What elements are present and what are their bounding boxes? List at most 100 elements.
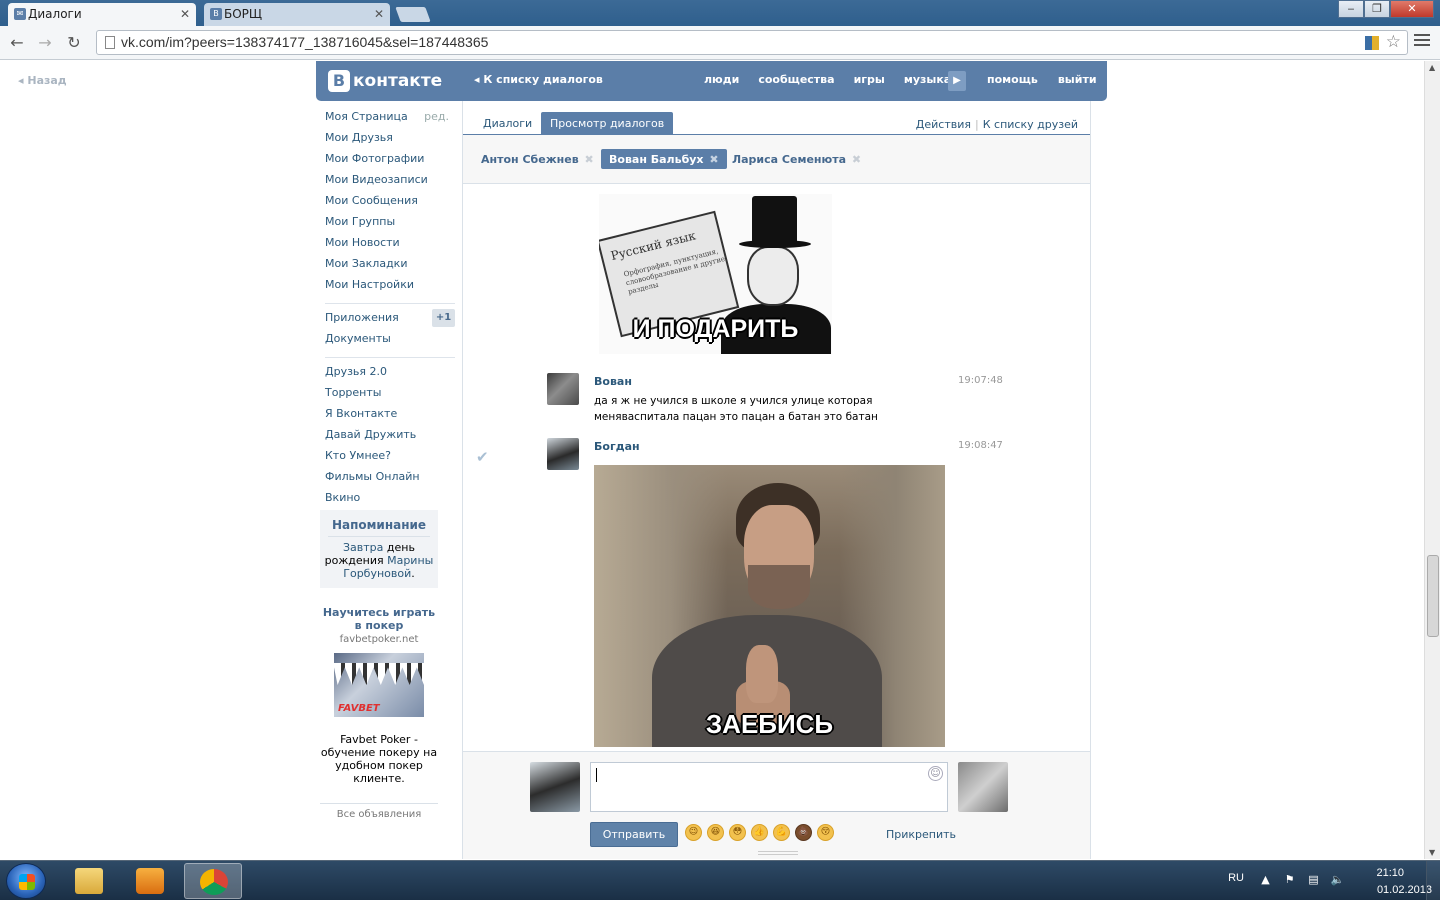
- avatar[interactable]: [547, 373, 579, 405]
- menu-item-bookmarks[interactable]: Мои Закладки: [325, 257, 455, 278]
- ad-title[interactable]: Научитесь играть в покер: [320, 606, 438, 632]
- send-button[interactable]: Отправить: [590, 822, 678, 847]
- new-tab-button[interactable]: [395, 7, 431, 22]
- volume-icon[interactable]: 🔈: [1330, 873, 1345, 887]
- menu-item-videos[interactable]: Мои Видеозаписи: [325, 173, 455, 194]
- back-arrow-icon[interactable]: ←: [6, 32, 28, 54]
- message-history[interactable]: Русский язык Орфография, пунктуация, сло…: [463, 185, 1090, 751]
- scroll-up-icon[interactable]: ▲: [1429, 63, 1435, 72]
- music-play-icon[interactable]: ▶: [948, 71, 966, 91]
- menu-item-app-friends20[interactable]: Друзья 2.0: [325, 365, 455, 386]
- scrollbar-thumb[interactable]: [1427, 555, 1439, 637]
- tab-view-dialogs[interactable]: Просмотр диалогов: [541, 112, 674, 135]
- message-author[interactable]: Богдан: [594, 440, 640, 453]
- minimize-button[interactable]: ‒: [1338, 0, 1364, 18]
- reminder-surname-link[interactable]: Горбуновой: [343, 567, 411, 580]
- forward-arrow-icon[interactable]: →: [34, 32, 56, 54]
- taskbar-explorer[interactable]: [60, 863, 118, 899]
- extension-icon[interactable]: [1365, 36, 1379, 50]
- menu-item-groups[interactable]: Мои Группы: [325, 215, 455, 236]
- peer-tab-vovan[interactable]: Вован Бальбух ✖: [601, 149, 727, 169]
- maximize-button[interactable]: ❐: [1364, 0, 1390, 18]
- network-icon[interactable]: ▤: [1306, 873, 1321, 887]
- menu-item-app-torrents[interactable]: Торренты: [325, 386, 455, 407]
- menu-item-app-kto-umnee[interactable]: Кто Умнее?: [325, 449, 455, 470]
- message-author[interactable]: Вован: [594, 375, 632, 388]
- resize-handle[interactable]: [758, 851, 798, 855]
- reminder-tomorrow-link[interactable]: Завтра: [343, 541, 383, 554]
- close-window-button[interactable]: ✕: [1390, 0, 1434, 18]
- menu-item-messages[interactable]: Мои Сообщения: [325, 194, 455, 215]
- friends-list-link[interactable]: К списку друзей: [983, 118, 1078, 131]
- all-ads-link[interactable]: Все объявления: [320, 803, 438, 820]
- poo-emoji-icon[interactable]: 💩: [795, 824, 812, 841]
- menu-item-app-davai-druzhit[interactable]: Давай Дружить: [325, 428, 455, 449]
- language-indicator[interactable]: RU: [1228, 872, 1244, 884]
- tab-dialogs[interactable]: Диалоги: [474, 112, 541, 135]
- show-desktop-button[interactable]: [1426, 861, 1440, 900]
- vk-logo[interactable]: В контакте: [328, 69, 442, 93]
- menu-item-my-page[interactable]: Моя Страница ред.: [325, 110, 455, 131]
- menu-item-photos[interactable]: Мои Фотографии: [325, 152, 455, 173]
- peer-avatar[interactable]: [958, 762, 1008, 812]
- taskbar-media-player[interactable]: [121, 863, 179, 899]
- clock-time[interactable]: 21:10: [1376, 867, 1404, 879]
- menu-item-news[interactable]: Мои Новости: [325, 236, 455, 257]
- clock-date[interactable]: 01.02.2013: [1377, 884, 1432, 896]
- nav-logout[interactable]: выйти: [1058, 73, 1097, 86]
- nav-people[interactable]: люди: [704, 73, 739, 86]
- menu-item-friends[interactable]: Мои Друзья: [325, 131, 455, 152]
- peer-tab-anton[interactable]: Антон Сбежнев ✖: [473, 149, 602, 169]
- nav-games[interactable]: игры: [854, 73, 885, 86]
- peer-close-icon[interactable]: ✖: [709, 153, 718, 166]
- menu-icon[interactable]: [1414, 34, 1430, 48]
- menu-item-app-ya-vkontakte[interactable]: Я Вконтакте: [325, 407, 455, 428]
- my-avatar[interactable]: [530, 762, 580, 812]
- reload-icon[interactable]: ↻: [63, 32, 85, 54]
- wink-emoji-icon[interactable]: 😉: [685, 824, 702, 841]
- back-to-dialogs-link[interactable]: ◂ К списку диалогов: [474, 73, 603, 86]
- laugh-emoji-icon[interactable]: 😆: [707, 824, 724, 841]
- tray-arrow-icon[interactable]: ▲: [1258, 873, 1273, 887]
- menu-item-apps[interactable]: Приложения +1: [325, 309, 455, 332]
- page-scrollbar[interactable]: ▲ ▼: [1424, 61, 1440, 859]
- menu-item-app-films[interactable]: Фильмы Онлайн: [325, 470, 455, 491]
- meme-image-book[interactable]: Русский язык Орфография, пунктуация, сло…: [599, 194, 832, 354]
- nav-music[interactable]: музыка: [904, 73, 951, 86]
- kiss-emoji-icon[interactable]: 😚: [817, 824, 834, 841]
- browser-titlebar: ✉ Диалоги ✕ B БОРЩ ✕ ‒ ❐ ✕: [0, 0, 1440, 26]
- menu-item-documents[interactable]: Документы: [325, 332, 455, 353]
- peer-close-icon[interactable]: ✖: [585, 153, 594, 166]
- muscle-emoji-icon[interactable]: 💪: [773, 824, 790, 841]
- thumbs-up-emoji-icon[interactable]: 👍: [751, 824, 768, 841]
- bookmark-star-icon[interactable]: ☆: [1386, 32, 1401, 52]
- ad-image[interactable]: FAVBET: [334, 653, 424, 717]
- meme-image-thumbs-up[interactable]: ЗАЕБИСЬ: [594, 465, 945, 747]
- menu-item-app-vkino[interactable]: Вкино: [325, 491, 455, 512]
- nav-help[interactable]: помощь: [987, 73, 1038, 86]
- smile-icon[interactable]: ☺: [928, 766, 943, 781]
- start-button[interactable]: [6, 863, 46, 899]
- nav-communities[interactable]: сообщества: [758, 73, 834, 86]
- action-center-flag-icon[interactable]: ⚑: [1282, 873, 1297, 887]
- back-link[interactable]: ◂ Назад: [18, 74, 67, 87]
- actions-link[interactable]: Действия: [916, 118, 971, 131]
- ad-block[interactable]: Научитесь играть в покер favbetpoker.net…: [320, 606, 438, 820]
- reminder-name-link[interactable]: Марины: [387, 554, 433, 567]
- peer-tab-larisa[interactable]: Лариса Семенюта ✖: [724, 149, 869, 169]
- attach-link[interactable]: Прикрепить: [886, 828, 956, 841]
- message-input[interactable]: ☺: [590, 762, 948, 812]
- taskbar-chrome[interactable]: [184, 863, 242, 899]
- address-url[interactable]: vk.com/im?peers=138374177_138716045&sel=…: [121, 34, 488, 50]
- tab-close-icon[interactable]: ✕: [374, 3, 384, 25]
- edit-link[interactable]: ред.: [424, 110, 449, 123]
- tab-close-icon[interactable]: ✕: [180, 3, 190, 25]
- address-bar[interactable]: vk.com/im?peers=138374177_138716045&sel=…: [96, 30, 1408, 55]
- browser-tab-borsch[interactable]: B БОРЩ ✕: [204, 3, 390, 26]
- browser-tab-dialogs[interactable]: ✉ Диалоги ✕: [8, 3, 196, 26]
- peer-close-icon[interactable]: ✖: [852, 153, 861, 166]
- scroll-down-icon[interactable]: ▼: [1429, 848, 1435, 857]
- menu-item-settings[interactable]: Мои Настройки: [325, 278, 455, 299]
- avatar[interactable]: [547, 438, 579, 470]
- flushed-emoji-icon[interactable]: 😳: [729, 824, 746, 841]
